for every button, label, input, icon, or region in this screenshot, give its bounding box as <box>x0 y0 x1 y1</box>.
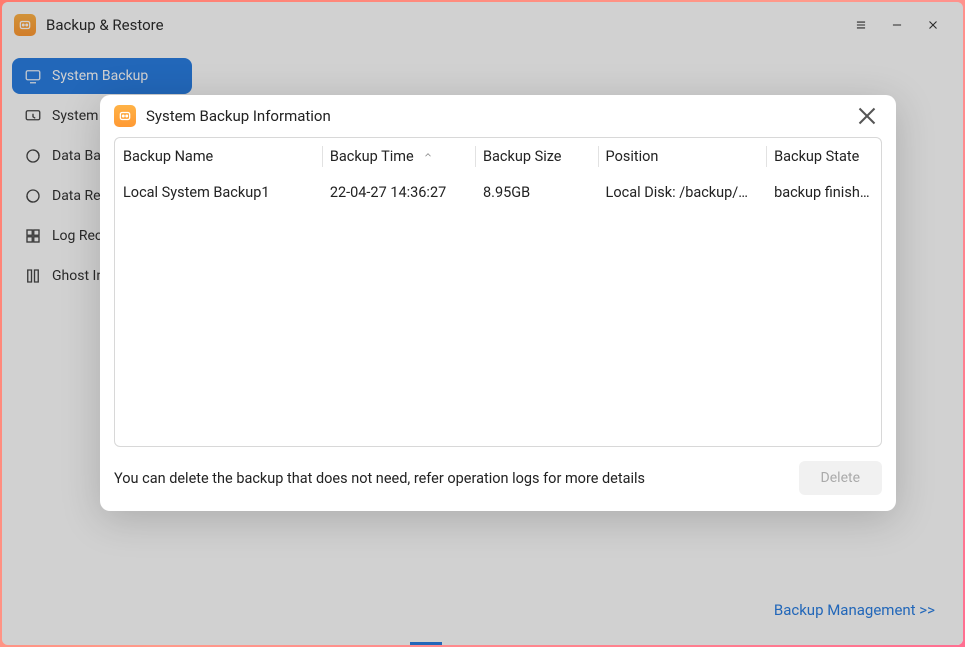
dialog-footer: You can delete the backup that does not … <box>100 447 896 511</box>
cell-backup-time: 22-04-27 14:36:27 <box>322 175 475 210</box>
main-window: Backup & Restore System Backup <box>2 2 963 645</box>
backup-table: Backup Name Backup Time Backup Size Posi… <box>114 137 882 447</box>
dialog-header: System Backup Information <box>100 95 896 137</box>
system-backup-info-dialog: System Backup Information <box>100 95 896 511</box>
cell-backup-state: backup finished <box>766 175 881 210</box>
col-backup-time[interactable]: Backup Time <box>322 138 475 175</box>
col-backup-size[interactable]: Backup Size <box>475 138 598 175</box>
col-position[interactable]: Position <box>598 138 767 175</box>
cell-position: Local Disk: /backup/… <box>598 175 767 210</box>
col-backup-state[interactable]: Backup State <box>766 138 881 175</box>
delete-button[interactable]: Delete <box>799 461 882 495</box>
dialog-close-button[interactable] <box>852 101 882 131</box>
col-backup-name[interactable]: Backup Name <box>115 138 322 175</box>
table-row[interactable]: Local System Backup1 22-04-27 14:36:27 8… <box>115 175 881 210</box>
cell-backup-size: 8.95GB <box>475 175 598 210</box>
cell-backup-name: Local System Backup1 <box>115 175 322 210</box>
footer-note: You can delete the backup that does not … <box>114 470 645 487</box>
sort-ascending-icon <box>423 147 433 164</box>
dialog-title: System Backup Information <box>146 107 331 125</box>
table-header-row: Backup Name Backup Time Backup Size Posi… <box>115 138 881 175</box>
dialog-app-icon <box>114 105 136 127</box>
